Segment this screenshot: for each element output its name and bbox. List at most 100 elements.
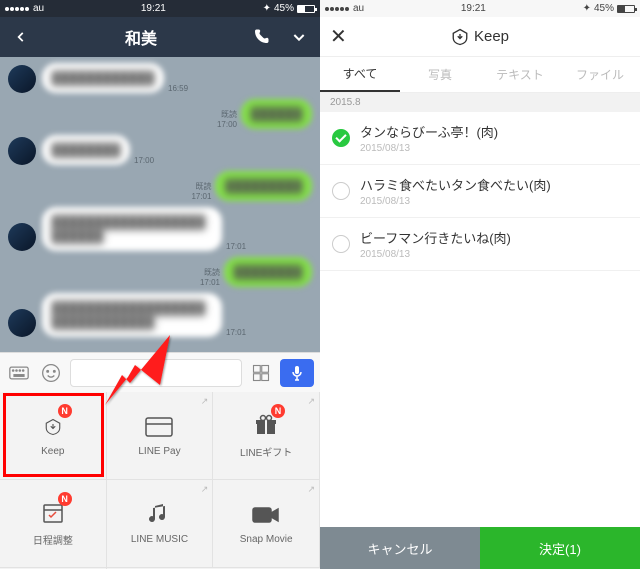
cell-schedule[interactable]: 日程調整 N [0, 480, 107, 568]
external-icon: ↗ [201, 396, 209, 407]
battery-pct: 45% [274, 3, 294, 14]
msg-read: 既読17:01 [191, 181, 211, 201]
bottom-bar: キャンセル 決定(1) [320, 527, 640, 569]
keep-title: Keep [474, 28, 509, 45]
bubble-in[interactable]: ██████████████████████████████ [42, 293, 222, 337]
cell-label: LINEギフト [240, 444, 292, 459]
msg-time: 17:01 [226, 242, 246, 251]
close-icon[interactable]: ✕ [330, 24, 347, 49]
clock: 19:21 [141, 3, 166, 14]
signal-dots-icon [5, 3, 30, 14]
status-bar: au 19:21 ✦ 45% [320, 0, 640, 17]
back-icon[interactable] [10, 26, 32, 48]
input-bar [0, 352, 320, 392]
msg-in: ██████████████████████████████ 17:01 [8, 293, 312, 337]
msg-out: 既読17:01 █████████ [8, 171, 312, 201]
external-icon: ↗ [307, 396, 315, 407]
video-icon [251, 502, 281, 528]
cell-snap[interactable]: Snap Movie ↗ [213, 480, 320, 568]
left-screen: au 19:21 ✦ 45% 和美 [0, 0, 320, 569]
music-icon [144, 502, 174, 528]
bubble-in[interactable]: ████████ [42, 135, 130, 165]
mic-button[interactable] [280, 359, 314, 387]
msg-out: 既読17:01 ████████ [8, 257, 312, 287]
radio-icon[interactable] [332, 235, 350, 253]
cell-keep[interactable]: Keep N [0, 392, 107, 480]
bubble-out[interactable]: ████████ [224, 257, 312, 287]
cell-label: LINE MUSIC [131, 534, 188, 545]
cancel-button[interactable]: キャンセル [320, 527, 480, 569]
chat-header: 和美 [0, 17, 320, 57]
attach-icon[interactable] [248, 360, 274, 386]
msg-time: 17:00 [134, 156, 154, 165]
badge-new: N [58, 404, 72, 418]
msg-read: 既読17:01 [200, 267, 220, 287]
list-item[interactable]: ハラミ食べたいタン食べたい(肉) 2015/08/13 [320, 165, 640, 218]
chat-area: ████████████ 16:59 既読17:00 ██████ ██████… [0, 57, 320, 352]
keep-header: ✕ Keep [320, 17, 640, 57]
attachment-panel: Keep N LINE Pay ↗ LINEギフト N ↗ [0, 392, 320, 569]
emoji-icon[interactable] [38, 360, 64, 386]
msg-in: ████████████ 16:59 [8, 63, 312, 93]
cell-music[interactable]: LINE MUSIC ↗ [107, 480, 214, 568]
msg-in: ████████████████████████ 17:01 [8, 207, 312, 251]
list-item[interactable]: ビーフマン行きたいね(肉) 2015/08/13 [320, 218, 640, 271]
cell-linepay[interactable]: LINE Pay ↗ [107, 392, 214, 480]
keyboard-icon[interactable] [6, 360, 32, 386]
tab-text[interactable]: テキスト [480, 57, 560, 92]
signal-dots-icon [325, 3, 350, 14]
msg-read: 既読17:00 [217, 109, 237, 129]
tab-all[interactable]: すべて [320, 57, 400, 92]
external-icon: ↗ [201, 484, 209, 495]
tabs: すべて 写真 テキスト ファイル [320, 57, 640, 93]
avatar[interactable] [8, 137, 36, 165]
right-screen: au 19:21 ✦ 45% ✕ Keep すべて 写真 テキスト ファイル 2… [320, 0, 640, 569]
msg-out: 既読17:00 ██████ [8, 99, 312, 129]
chevron-down-icon[interactable] [288, 26, 310, 48]
status-bar: au 19:21 ✦ 45% [0, 0, 320, 17]
text-input[interactable] [70, 359, 242, 387]
chat-title: 和美 [125, 25, 157, 49]
item-title: ビーフマン行きたいね(肉) [360, 228, 628, 247]
ok-button[interactable]: 決定(1) [480, 527, 640, 569]
bluetooth-icon: ✦ [263, 3, 271, 14]
cell-label: Snap Movie [240, 534, 293, 545]
radio-icon[interactable] [332, 182, 350, 200]
item-date: 2015/08/13 [360, 249, 628, 260]
battery-icon [617, 5, 635, 13]
item-title: ハラミ食べたいタン食べたい(肉) [360, 175, 628, 194]
card-icon [144, 414, 174, 440]
badge-new: N [271, 404, 285, 418]
bubble-in[interactable]: ████████████████████████ [42, 207, 222, 251]
cell-label: Keep [41, 446, 64, 457]
msg-time: 17:01 [226, 328, 246, 337]
item-title: タンならびーふ亭！(肉) [360, 122, 628, 141]
avatar[interactable] [8, 223, 36, 251]
clock: 19:21 [461, 3, 486, 14]
avatar[interactable] [8, 65, 36, 93]
call-icon[interactable] [250, 26, 272, 48]
cell-linegift[interactable]: LINEギフト N ↗ [213, 392, 320, 480]
carrier-label: au [33, 3, 44, 14]
section-header: 2015.8 [320, 93, 640, 112]
msg-in: ████████ 17:00 [8, 135, 312, 165]
carrier-label: au [353, 3, 364, 14]
bubble-out[interactable]: █████████ [215, 171, 312, 201]
external-icon: ↗ [307, 484, 315, 495]
battery-icon [297, 5, 315, 13]
badge-new: N [58, 492, 72, 506]
cell-label: LINE Pay [138, 446, 180, 457]
avatar[interactable] [8, 309, 36, 337]
bubble-in[interactable]: ████████████ [42, 63, 164, 93]
list-item[interactable]: タンならびーふ亭！(肉) 2015/08/13 [320, 112, 640, 165]
cell-label: 日程調整 [33, 532, 73, 547]
keep-icon [451, 28, 469, 46]
bubble-out[interactable]: ██████ [241, 99, 312, 129]
msg-time: 16:59 [168, 84, 188, 93]
item-date: 2015/08/13 [360, 143, 628, 154]
item-date: 2015/08/13 [360, 196, 628, 207]
radio-selected-icon[interactable] [332, 129, 350, 147]
battery-pct: 45% [594, 3, 614, 14]
tab-photo[interactable]: 写真 [400, 57, 480, 92]
tab-file[interactable]: ファイル [560, 57, 640, 92]
